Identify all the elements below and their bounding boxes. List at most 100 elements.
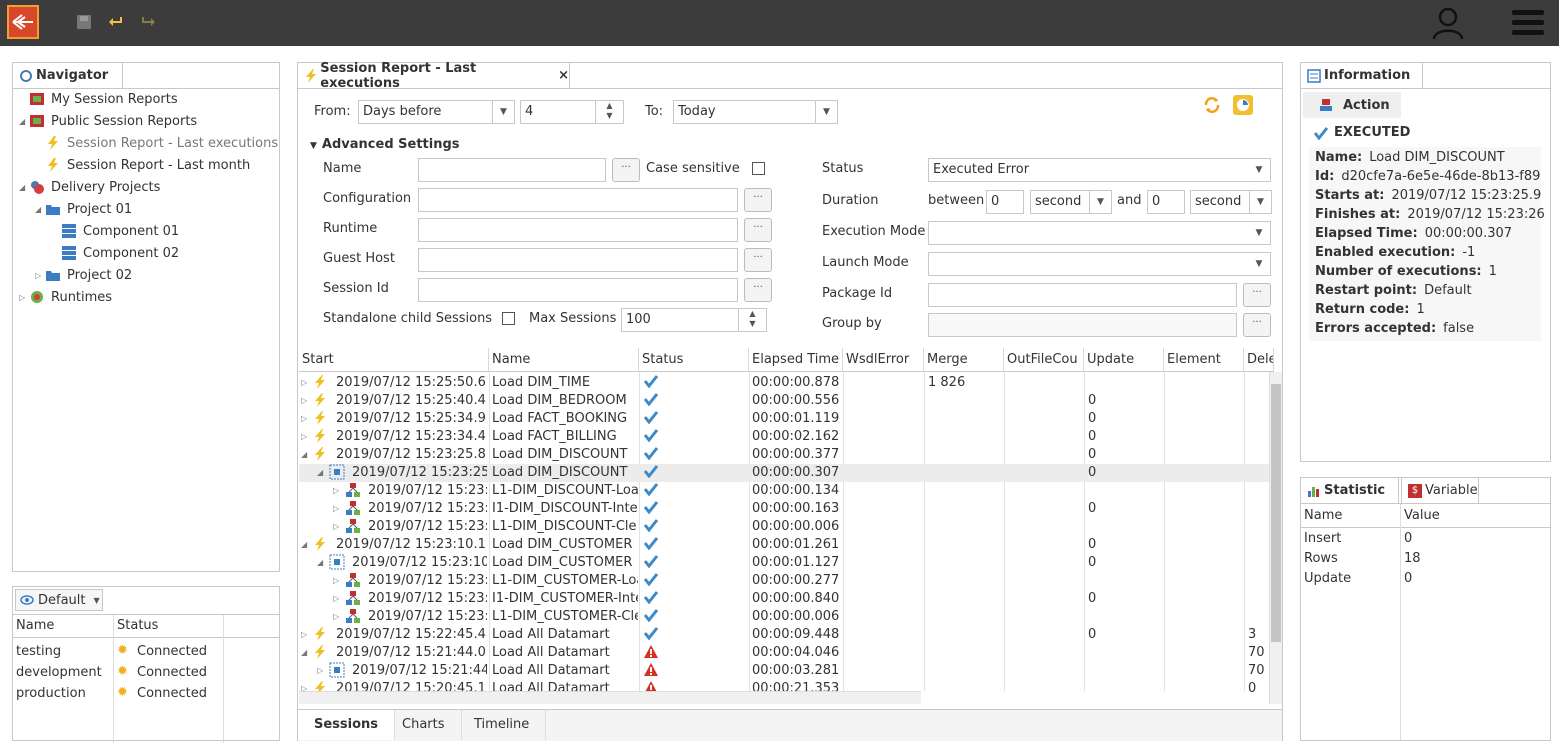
tree-item-public-session-reports[interactable]: ◢ Public Session Reports xyxy=(19,111,197,131)
standalone-child-sessions-checkbox[interactable] xyxy=(502,312,515,325)
action-subtab[interactable]: Action xyxy=(1303,92,1401,118)
package-id-browse-button[interactable]: ··· xyxy=(1243,283,1271,307)
app-logo-icon[interactable] xyxy=(7,5,39,39)
duration-from-unit-select[interactable]: second ▼ xyxy=(1030,190,1112,214)
duration-from-input[interactable]: 0 xyxy=(986,190,1024,214)
grid-column-header-wsdlerror[interactable]: WsdlError xyxy=(843,348,924,372)
grid-row[interactable]: ▷ 2019/07/12 15:23: L1-DIM_CUSTOMER-Cle 00:… xyxy=(299,608,1269,626)
column-header-name[interactable]: Name xyxy=(1304,508,1342,523)
grid-row[interactable]: ▷ 2019/07/12 15:23: L1-DIM_DISCOUNT-Loa 00:… xyxy=(299,482,1269,500)
chevron-right-icon[interactable]: ▷ xyxy=(317,662,327,680)
configuration-input[interactable] xyxy=(418,188,738,212)
chevron-right-icon[interactable]: ▷ xyxy=(333,590,343,608)
tree-item-my-session-reports[interactable]: My Session Reports xyxy=(19,89,178,109)
save-icon[interactable] xyxy=(76,14,92,30)
grid-column-header-start[interactable]: Start xyxy=(299,348,489,372)
from-period-select[interactable]: Days before ▼ xyxy=(358,100,515,124)
tree-item-project-01[interactable]: ◢ Project 01 xyxy=(35,199,132,219)
grid-row[interactable]: ▷ 2019/07/12 15:23: L1-DIM_CUSTOMER-Loa 00:… xyxy=(299,572,1269,590)
chevron-right-icon[interactable]: ▷ xyxy=(301,392,311,410)
status-select[interactable]: Executed Error ▼ xyxy=(928,158,1271,182)
runtime-input[interactable] xyxy=(418,218,738,242)
redo-icon[interactable] xyxy=(140,14,156,30)
grid-row[interactable]: ▷ 2019/07/12 15:23: L1-DIM_DISCOUNT-Cle 00:… xyxy=(299,518,1269,536)
grid-row[interactable]: ▷ 2019/07/12 15:25:50.6 Load DIM_TIME 00:00… xyxy=(299,374,1269,392)
runtime-filter-dropdown[interactable]: Default ▼ xyxy=(15,589,103,611)
spinner-arrows-icon[interactable]: ▲ ▼ xyxy=(738,309,766,331)
advanced-settings-toggle[interactable]: ▼ Advanced Settings xyxy=(310,137,460,152)
chevron-right-icon[interactable]: ▷ xyxy=(333,608,343,626)
grid-row[interactable]: ▷ 2019/07/12 15:22:45.4 Load All Datamart 0… xyxy=(299,626,1269,644)
refresh-icon[interactable] xyxy=(1202,95,1222,115)
grid-row[interactable]: ◢ 2019/07/12 15:23:10 Load DIM_CUSTOMER 00:… xyxy=(299,554,1269,572)
chevron-right-icon[interactable]: ▷ xyxy=(301,410,311,428)
auto-refresh-icon[interactable] xyxy=(1232,94,1254,116)
tree-item-session-report-last-executions[interactable]: Session Report - Last executions xyxy=(45,133,278,153)
runtime-browse-button[interactable]: ··· xyxy=(744,218,772,242)
grid-row[interactable]: ▷ 2019/07/12 15:23:34.4 Load FACT_BILLING 0… xyxy=(299,428,1269,446)
chevron-down-icon[interactable]: ◢ xyxy=(19,117,29,126)
tree-item-project-02[interactable]: ▷ Project 02 xyxy=(35,265,132,285)
chevron-right-icon[interactable]: ▷ xyxy=(333,518,343,536)
variable-tab[interactable]: $ Variable xyxy=(1401,478,1479,503)
tree-item-session-report-last-month[interactable]: Session Report - Last month xyxy=(45,155,250,175)
group-by-browse-button[interactable]: ··· xyxy=(1243,313,1271,337)
chevron-down-icon[interactable]: ◢ xyxy=(19,183,29,192)
horizontal-scrollbar[interactable] xyxy=(299,691,921,704)
chevron-down-icon[interactable]: ◢ xyxy=(317,554,327,572)
chevron-right-icon[interactable]: ▷ xyxy=(301,626,311,644)
duration-to-unit-select[interactable]: second ▼ xyxy=(1190,190,1272,214)
chevron-right-icon[interactable]: ▷ xyxy=(333,500,343,518)
vertical-scrollbar[interactable] xyxy=(1269,372,1282,704)
chevron-right-icon[interactable]: ▷ xyxy=(301,428,311,446)
statistic-tab[interactable]: Statistic xyxy=(1301,478,1399,503)
case-sensitive-checkbox[interactable] xyxy=(752,162,765,175)
tree-item-component-02[interactable]: Component 02 xyxy=(61,243,179,263)
runtime-row[interactable]: testing ✹ Connected xyxy=(13,642,279,662)
grid-row[interactable]: ◢ 2019/07/12 15:23:25 Load DIM_DISCOUNT 00:… xyxy=(299,464,1269,482)
column-header-name[interactable]: Name xyxy=(16,618,54,633)
grid-column-header-delete[interactable]: Delete xyxy=(1244,348,1274,372)
session-id-input[interactable] xyxy=(418,278,738,302)
tree-item-delivery-projects[interactable]: ◢ Delivery Projects xyxy=(19,177,160,197)
chevron-right-icon[interactable]: ◢ xyxy=(301,446,311,464)
navigator-tab[interactable]: Navigator xyxy=(13,63,123,88)
spinner-arrows-icon[interactable]: ▲ ▼ xyxy=(595,101,623,123)
grid-row[interactable]: ◢ 2019/07/12 15:23:10.1 Load DIM_CUSTOMER 0… xyxy=(299,536,1269,554)
close-tab-icon[interactable]: × xyxy=(558,68,569,83)
guest-host-input[interactable] xyxy=(418,248,738,272)
chevron-right-icon[interactable]: ▷ xyxy=(301,374,311,392)
grid-row[interactable]: ▷ 2019/07/12 15:21:44 Load All Datamart 00:… xyxy=(299,662,1270,680)
name-input[interactable] xyxy=(418,158,606,182)
name-browse-button[interactable]: ··· xyxy=(612,158,640,182)
statistic-row[interactable]: Update 0 xyxy=(1301,571,1550,591)
chevron-right-icon[interactable]: ▷ xyxy=(19,293,29,302)
tab-sessions[interactable]: Sessions xyxy=(298,710,396,740)
scrollbar-thumb[interactable] xyxy=(1271,384,1281,642)
grid-row[interactable]: ◢ 2019/07/12 15:21:44.0 Load All Datamart 0… xyxy=(299,644,1270,662)
statistic-row[interactable]: Insert 0 xyxy=(1301,531,1550,551)
runtime-row[interactable]: development ✹ Connected xyxy=(13,663,279,683)
grid-row[interactable]: ▷ 2019/07/12 15:23: I1-DIM_DISCOUNT-Inte 00… xyxy=(299,500,1269,518)
chevron-right-icon[interactable]: ◢ xyxy=(301,644,311,662)
max-sessions-spinner[interactable]: 100 ▲ ▼ xyxy=(621,308,767,332)
duration-to-input[interactable]: 0 xyxy=(1147,190,1185,214)
session-id-browse-button[interactable]: ··· xyxy=(744,278,772,302)
chevron-right-icon[interactable]: ▷ xyxy=(333,482,343,500)
hamburger-menu-icon[interactable] xyxy=(1512,8,1544,38)
grid-column-header-name[interactable]: Name xyxy=(489,348,639,372)
guest-host-browse-button[interactable]: ··· xyxy=(744,248,772,272)
grid-column-header-element[interactable]: Element xyxy=(1164,348,1244,372)
grid-row[interactable]: ▷ 2019/07/12 15:23: I1-DIM_CUSTOMER-Inte 00… xyxy=(299,590,1269,608)
chevron-right-icon[interactable]: ▷ xyxy=(35,271,45,280)
days-before-spinner[interactable]: 4 ▲ ▼ xyxy=(520,100,624,124)
tree-item-runtimes[interactable]: ▷ Runtimes xyxy=(19,287,112,307)
chevron-right-icon[interactable]: ▷ xyxy=(333,572,343,590)
grid-column-header-outfilecou[interactable]: OutFileCou xyxy=(1004,348,1084,372)
grid-column-header-elapsed-time[interactable]: Elapsed Time xyxy=(749,348,843,372)
grid-column-header-status[interactable]: Status xyxy=(639,348,749,372)
user-icon[interactable] xyxy=(1432,6,1464,40)
chevron-down-icon[interactable]: ◢ xyxy=(317,464,327,482)
runtime-row[interactable]: production ✹ Connected xyxy=(13,684,279,704)
grid-column-header-update[interactable]: Update xyxy=(1084,348,1164,372)
